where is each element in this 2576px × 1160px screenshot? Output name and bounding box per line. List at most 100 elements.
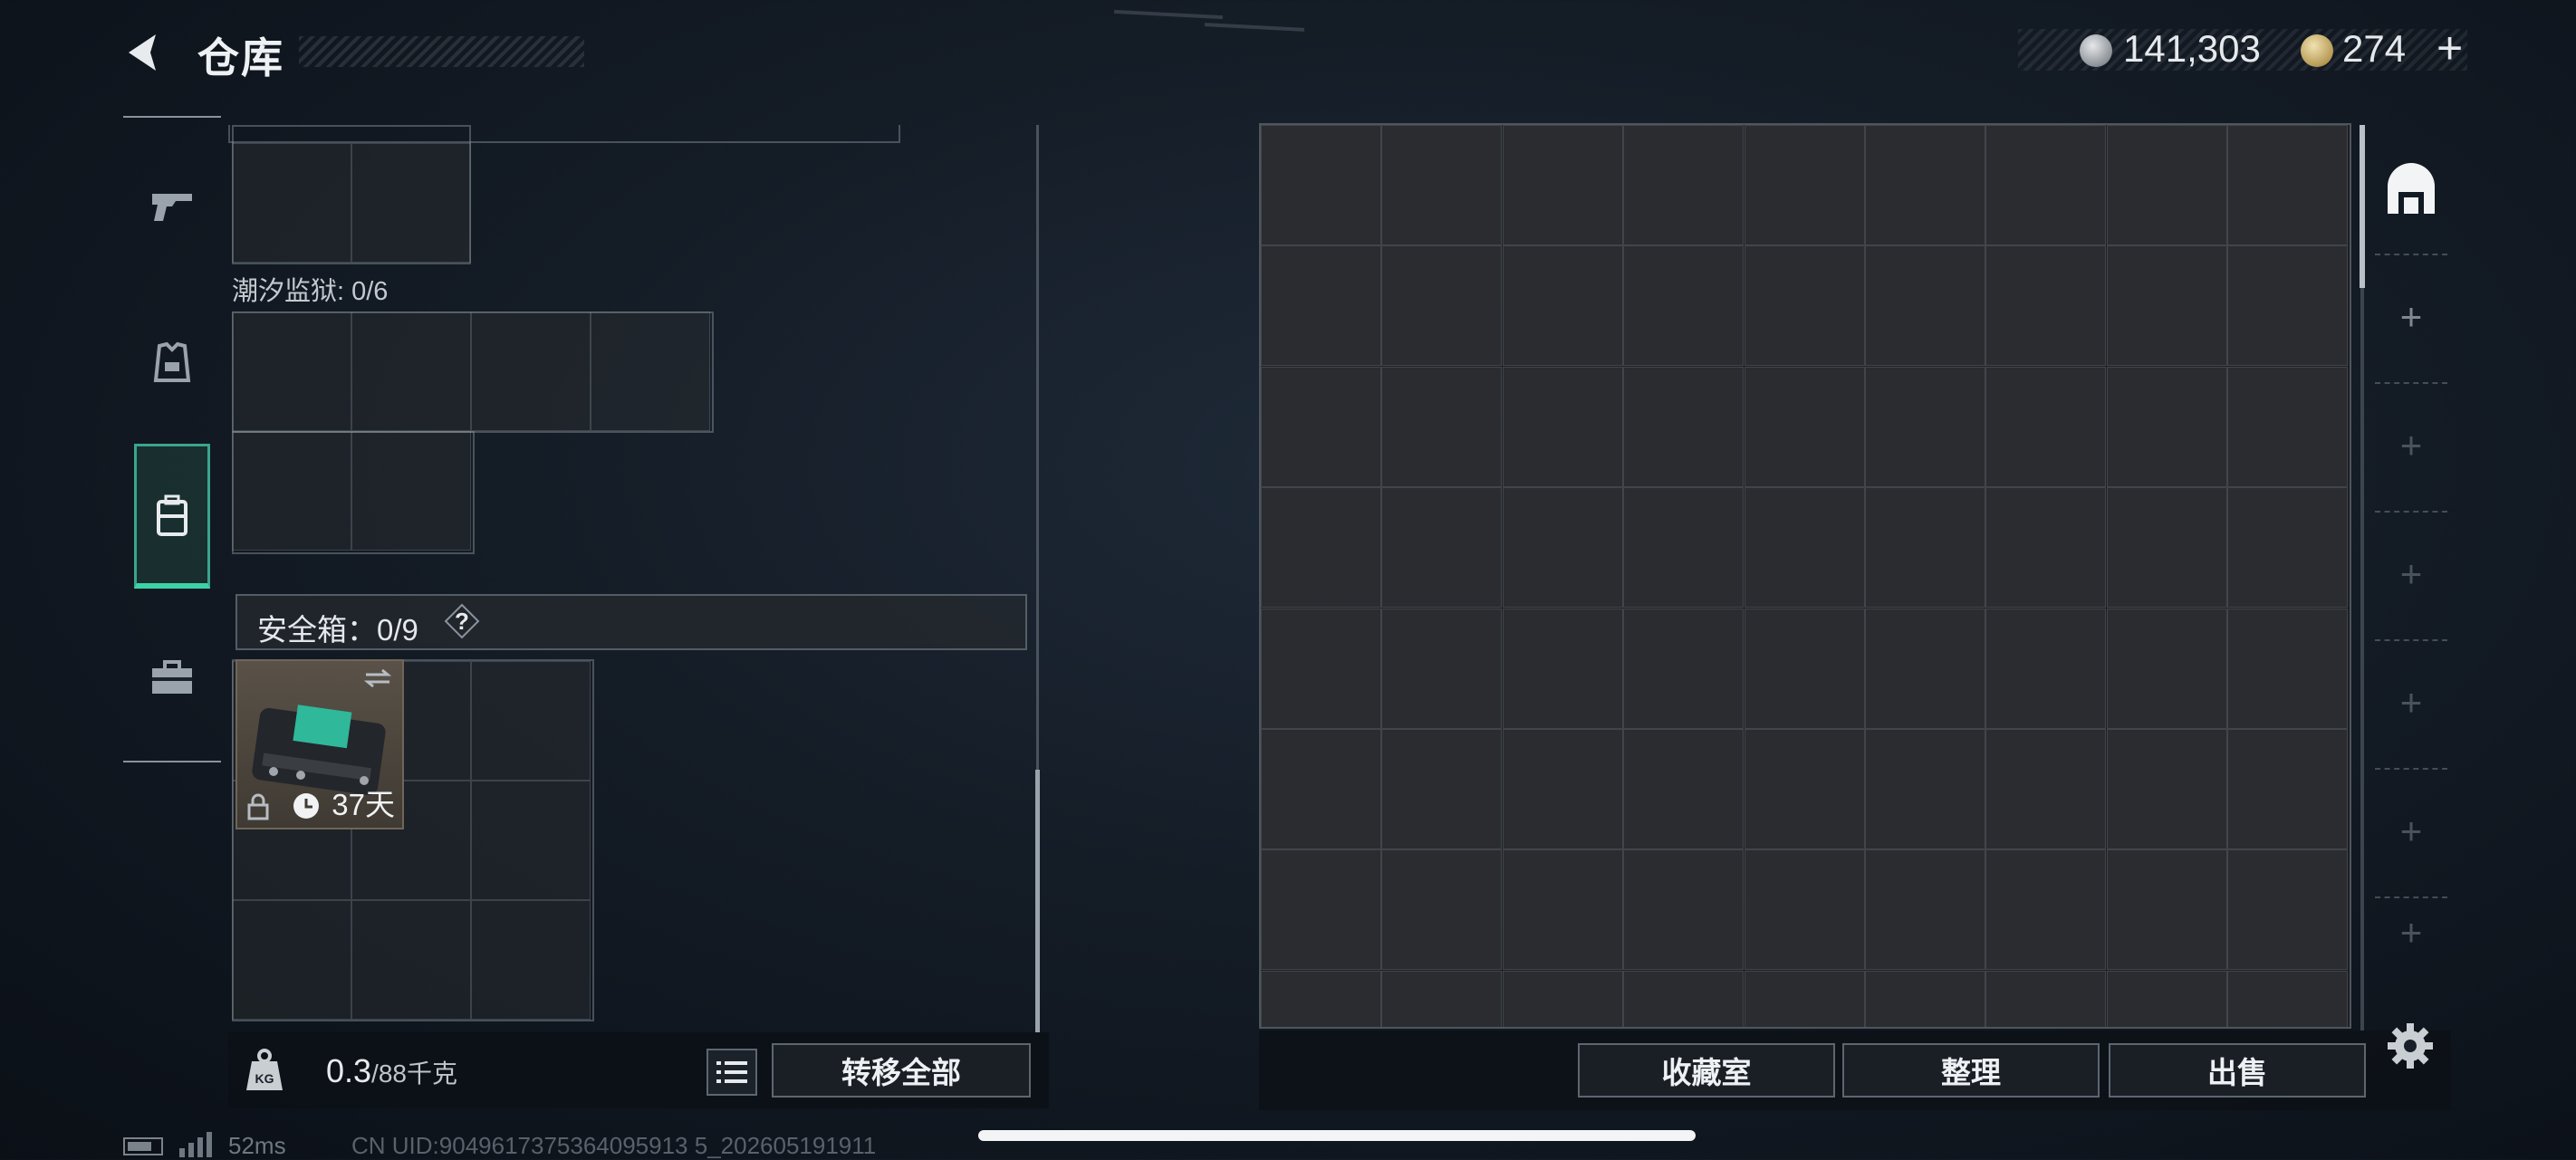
warehouse-slot[interactable]: [1502, 849, 1623, 971]
warehouse-slot[interactable]: [1623, 366, 1745, 487]
nav-toolbox[interactable]: [134, 605, 210, 750]
warehouse-tab-add[interactable]: +: [2369, 511, 2453, 638]
warehouse-slot[interactable]: [1623, 970, 1745, 1027]
organize-button[interactable]: 整理: [1842, 1043, 2100, 1098]
transfer-all-button[interactable]: 转移全部: [772, 1043, 1031, 1098]
warehouse-slot[interactable]: [1381, 125, 1503, 245]
nav-backpack[interactable]: [134, 444, 210, 589]
warehouse-slot[interactable]: [1985, 729, 2107, 849]
warehouse-slot[interactable]: [1502, 125, 1623, 245]
warehouse-slot[interactable]: [2227, 125, 2349, 245]
warehouse-slot[interactable]: [1623, 849, 1745, 971]
warehouse-slot[interactable]: [1985, 245, 2107, 367]
warehouse-slot[interactable]: [1744, 970, 1865, 1027]
warehouse-tab-add[interactable]: +: [2369, 382, 2453, 509]
warehouse-slot[interactable]: [1502, 366, 1623, 487]
warehouse-slot[interactable]: [1261, 487, 1381, 609]
backpack-scrollbar[interactable]: [1035, 770, 1040, 1032]
warehouse-slot[interactable]: [1744, 125, 1865, 245]
silver-currency-value: 141,303: [2123, 27, 2261, 70]
warehouse-tab-add[interactable]: +: [2369, 768, 2453, 895]
warehouse-slot[interactable]: [1865, 487, 1985, 609]
warehouse-slot[interactable]: [2106, 849, 2227, 971]
warehouse-slot[interactable]: [2106, 608, 2227, 729]
warehouse-slot[interactable]: [1381, 608, 1503, 729]
warehouse-slot[interactable]: [1744, 729, 1865, 849]
warehouse-slot[interactable]: [1985, 970, 2107, 1027]
list-view-button[interactable]: [706, 1049, 757, 1096]
warehouse-tab-main[interactable]: [2369, 127, 2453, 254]
warehouse-tab-add[interactable]: +: [2369, 639, 2453, 766]
warehouse-slot[interactable]: [1261, 849, 1381, 971]
warehouse-slot[interactable]: [1985, 366, 2107, 487]
warehouse-slot[interactable]: [1865, 729, 1985, 849]
warehouse-slot[interactable]: [1502, 729, 1623, 849]
warehouse-scrollbar[interactable]: [2360, 125, 2365, 288]
sell-button[interactable]: 出售: [2109, 1043, 2366, 1098]
warehouse-slot[interactable]: [2227, 608, 2349, 729]
warehouse-slot[interactable]: [1985, 125, 2107, 245]
back-button[interactable]: [120, 27, 170, 78]
warehouse-slot[interactable]: [1623, 125, 1745, 245]
warehouse-slot[interactable]: [1381, 245, 1503, 367]
warehouse-tab-add[interactable]: +: [2369, 254, 2453, 380]
warehouse-tab-add[interactable]: +: [2369, 896, 2453, 969]
warehouse-slot[interactable]: [1261, 970, 1381, 1027]
warehouse-slot[interactable]: [1744, 366, 1865, 487]
warehouse-slot[interactable]: [1381, 487, 1503, 609]
warehouse-slot[interactable]: [1381, 729, 1503, 849]
safe-box-item[interactable]: 37天: [235, 659, 404, 829]
warehouse-slot[interactable]: [1502, 970, 1623, 1027]
nav-weapons[interactable]: [134, 134, 210, 279]
warehouse-slot[interactable]: [1381, 849, 1503, 971]
warehouse-slot[interactable]: [1623, 729, 1745, 849]
warehouse-slot[interactable]: [1623, 487, 1745, 609]
home-indicator[interactable]: [978, 1130, 1696, 1141]
warehouse-slot[interactable]: [1744, 608, 1865, 729]
warehouse-slot[interactable]: [1744, 487, 1865, 609]
warehouse-slot[interactable]: [1261, 245, 1381, 367]
warehouse-slot[interactable]: [2227, 849, 2349, 971]
warehouse-slot[interactable]: [1623, 608, 1745, 729]
warehouse-slot[interactable]: [1985, 849, 2107, 971]
warehouse-slot[interactable]: [2227, 366, 2349, 487]
warehouse-slot[interactable]: [2227, 970, 2349, 1027]
warehouse-slot[interactable]: [1865, 245, 1985, 367]
warehouse-slot[interactable]: [2106, 366, 2227, 487]
swap-icon[interactable]: [362, 668, 393, 688]
collection-room-button[interactable]: 收藏室: [1578, 1043, 1835, 1098]
warehouse-slot[interactable]: [1985, 608, 2107, 729]
warehouse-slot[interactable]: [2106, 125, 2227, 245]
help-button[interactable]: ?: [444, 603, 480, 639]
warehouse-slot[interactable]: [2227, 729, 2349, 849]
warehouse-slot[interactable]: [1261, 125, 1381, 245]
toolbox-icon: [152, 660, 192, 694]
warehouse-slot[interactable]: [1865, 849, 1985, 971]
warehouse-slot[interactable]: [1261, 608, 1381, 729]
nav-armor[interactable]: [134, 290, 210, 435]
warehouse-slot[interactable]: [1381, 366, 1503, 487]
warehouse-slot[interactable]: [1744, 849, 1865, 971]
warehouse-slot[interactable]: [2106, 729, 2227, 849]
warehouse-slot[interactable]: [1502, 608, 1623, 729]
warehouse-slot[interactable]: [1744, 245, 1865, 367]
warehouse-slot[interactable]: [1261, 366, 1381, 487]
warehouse-slot[interactable]: [1502, 487, 1623, 609]
settings-gear-icon[interactable]: [2386, 1021, 2435, 1070]
add-currency-button[interactable]: +: [2437, 22, 2463, 74]
warehouse-slot[interactable]: [1865, 970, 1985, 1027]
warehouse-slot[interactable]: [1381, 970, 1503, 1027]
warehouse-slot[interactable]: [2106, 970, 2227, 1027]
warehouse-slot[interactable]: [1985, 487, 2107, 609]
warehouse-slot[interactable]: [2106, 487, 2227, 609]
warehouse-slot[interactable]: [2227, 487, 2349, 609]
warehouse-slot[interactable]: [1502, 245, 1623, 367]
gold-currency-value: 274: [2342, 27, 2407, 70]
warehouse-slot[interactable]: [2106, 245, 2227, 367]
warehouse-slot[interactable]: [1865, 125, 1985, 245]
warehouse-slot[interactable]: [1865, 608, 1985, 729]
warehouse-slot[interactable]: [2227, 245, 2349, 367]
warehouse-slot[interactable]: [1261, 729, 1381, 849]
warehouse-slot[interactable]: [1623, 245, 1745, 367]
warehouse-slot[interactable]: [1865, 366, 1985, 487]
